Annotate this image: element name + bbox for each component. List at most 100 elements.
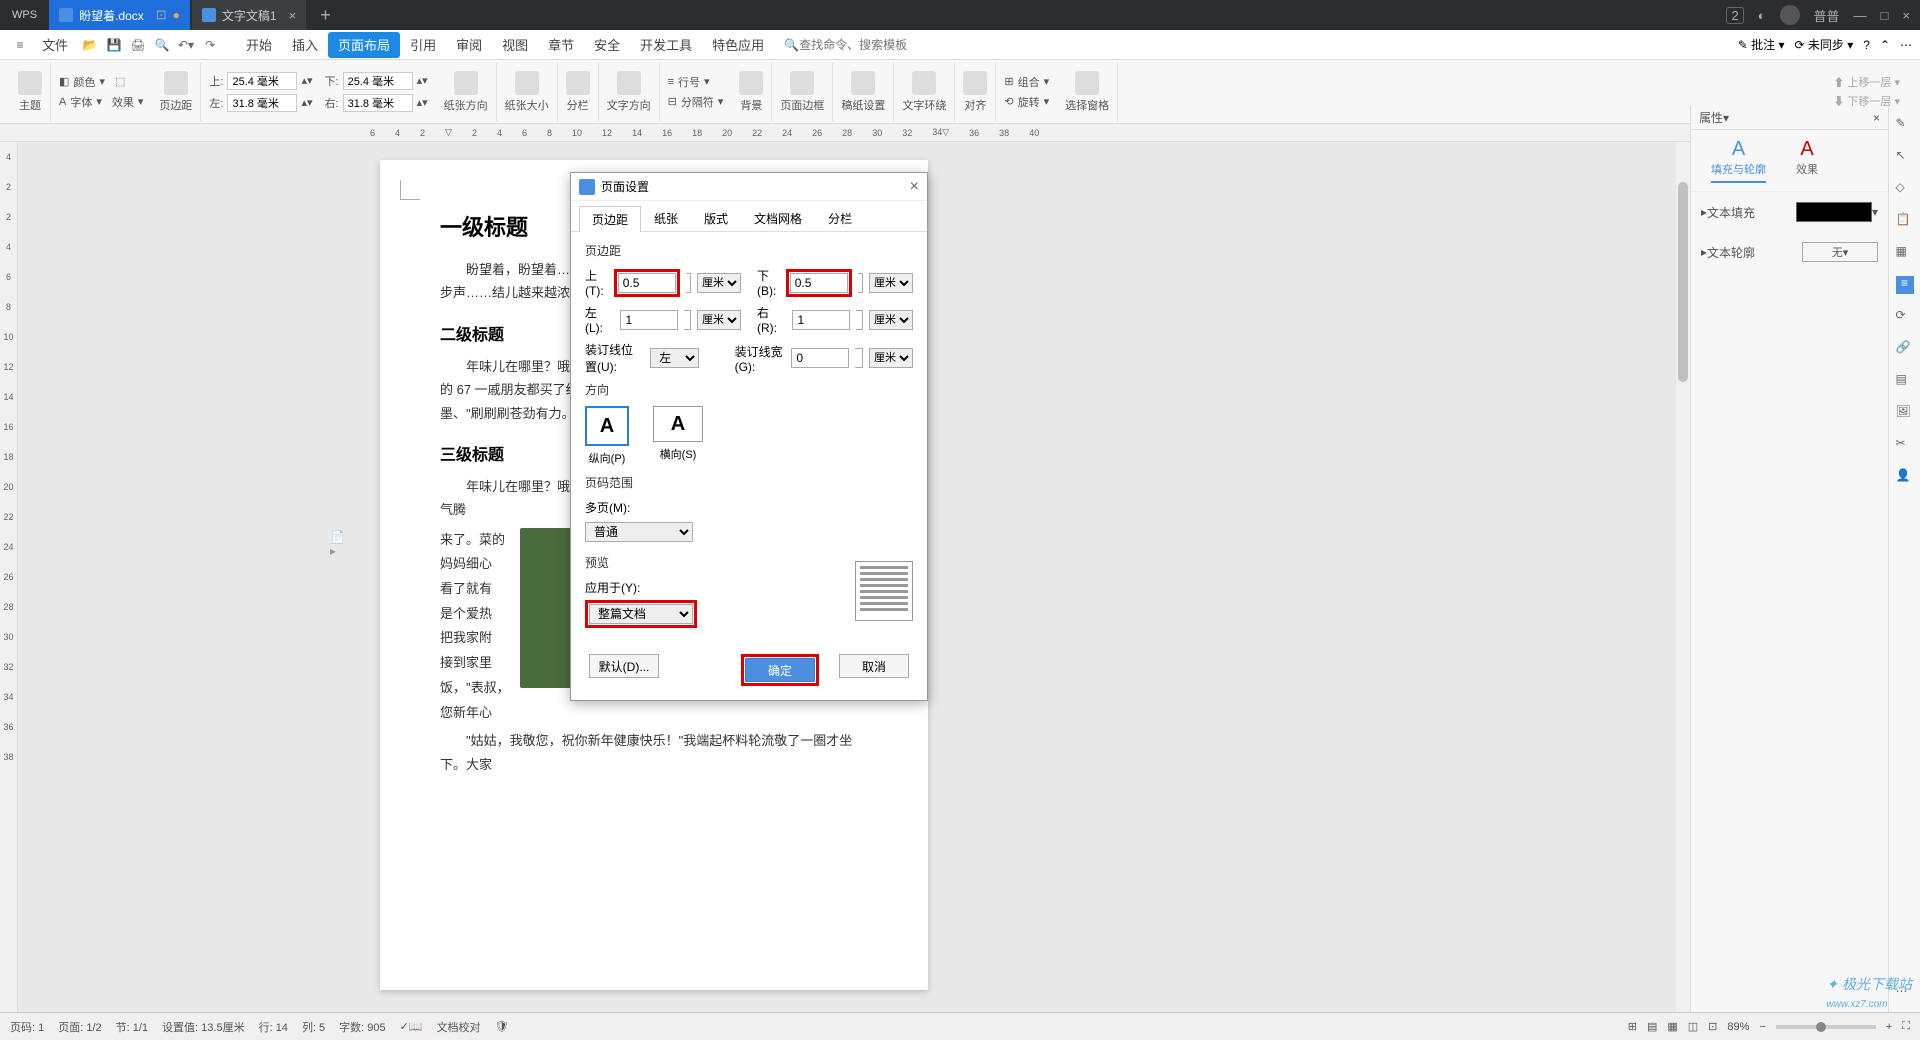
doc-tab-1[interactable]: 盼望着.docx ⊡ ● bbox=[49, 0, 190, 30]
undo-icon[interactable]: ↶▾ bbox=[177, 36, 195, 54]
ok-button[interactable]: 确定 bbox=[745, 658, 815, 682]
default-button[interactable]: 默认(D)... bbox=[589, 654, 659, 678]
link-icon[interactable]: 🔗 bbox=[1896, 340, 1914, 358]
zoom-out-icon[interactable]: − bbox=[1759, 1021, 1765, 1033]
page-label[interactable]: 页面: 1/2 bbox=[58, 1019, 101, 1035]
moveup-button[interactable]: ⬆ 上移一层 ▾ bbox=[1833, 74, 1900, 90]
rotate-icon[interactable]: ⟲ bbox=[1004, 95, 1013, 108]
cancel-button[interactable]: 取消 bbox=[839, 654, 909, 678]
menu-pagelayout[interactable]: 页面布局 bbox=[328, 32, 400, 58]
selpane-button[interactable]: 选择窗格 bbox=[1057, 63, 1118, 121]
margin-left-input[interactable] bbox=[227, 94, 297, 112]
view-icon[interactable]: ◫ bbox=[1688, 1020, 1698, 1033]
menu-section[interactable]: 章节 bbox=[538, 32, 584, 58]
portrait-option[interactable]: A纵向(P) bbox=[585, 406, 629, 466]
command-search[interactable] bbox=[799, 38, 939, 52]
menu-special[interactable]: 特色应用 bbox=[702, 32, 774, 58]
color-icon[interactable]: ◧ bbox=[59, 75, 69, 88]
font-icon[interactable]: A bbox=[59, 96, 66, 108]
proof-icon[interactable]: ✓📖 bbox=[400, 1020, 423, 1033]
text-outline-row[interactable]: ▸文本轮廓 无 ▾ bbox=[1691, 232, 1888, 272]
margin-right-field[interactable] bbox=[792, 310, 850, 330]
person-icon[interactable]: 👤 bbox=[1896, 468, 1914, 486]
applyto-select[interactable]: 整篇文档 bbox=[589, 604, 693, 624]
tab-columns[interactable]: 分栏 bbox=[815, 205, 865, 231]
section-label[interactable]: 节: 1/1 bbox=[116, 1019, 148, 1035]
redo-icon[interactable]: ↷ bbox=[201, 36, 219, 54]
close-icon[interactable]: ⊡ bbox=[156, 7, 167, 23]
print-icon[interactable]: 🖨 bbox=[129, 36, 147, 54]
pageno-label[interactable]: 页码: 1 bbox=[10, 1019, 44, 1035]
words-label[interactable]: 字数: 905 bbox=[339, 1019, 385, 1035]
text-left-of-image[interactable]: 来了。菜的妈妈细心看了就有是个爱热把我家附接到家里饭，"表叔，您新年心 bbox=[440, 528, 510, 726]
theme-icon[interactable]: ◐ bbox=[1758, 8, 1766, 23]
tab-paper[interactable]: 纸张 bbox=[641, 205, 691, 231]
margin-top-field[interactable] bbox=[618, 273, 676, 293]
textdir-button[interactable]: 文字方向 bbox=[599, 63, 660, 121]
close-window-icon[interactable]: × bbox=[1902, 8, 1910, 23]
fullscreen-icon[interactable]: ⛶ bbox=[1902, 1020, 1910, 1033]
collapse-icon[interactable]: ⌃ bbox=[1880, 38, 1890, 52]
preview-icon[interactable]: 🔍 bbox=[153, 36, 171, 54]
sync-button[interactable]: ⟳ 未同步 ▾ bbox=[1794, 36, 1853, 53]
margins-button[interactable]: 页边距 bbox=[151, 63, 201, 121]
menu-start[interactable]: 开始 bbox=[236, 32, 282, 58]
open-icon[interactable]: 📂 bbox=[81, 36, 99, 54]
spinner[interactable] bbox=[684, 310, 691, 330]
margin-top-input[interactable] bbox=[227, 72, 297, 90]
proof-label[interactable]: 文档校对 bbox=[437, 1019, 481, 1035]
lock-icon[interactable]: 🛡 bbox=[495, 1020, 509, 1033]
orientation-button[interactable]: 纸张方向 bbox=[436, 63, 497, 121]
annotate-button[interactable]: ✎ 批注 ▾ bbox=[1738, 36, 1785, 53]
grid-icon[interactable]: ▦ bbox=[1896, 244, 1914, 262]
zoom-in-icon[interactable]: + bbox=[1886, 1021, 1892, 1033]
linenum-icon[interactable]: ≡ bbox=[668, 76, 674, 88]
outline-select[interactable]: 无 ▾ bbox=[1802, 242, 1878, 262]
unit-select[interactable]: 厘米 bbox=[869, 273, 913, 293]
effect-button[interactable]: 效果 bbox=[112, 94, 134, 110]
shape-icon[interactable]: ◇ bbox=[1896, 180, 1914, 198]
more-icon[interactable]: ⋯ bbox=[1900, 38, 1912, 52]
view-icon[interactable]: ⊞ bbox=[1628, 1020, 1637, 1033]
menu-reference[interactable]: 引用 bbox=[400, 32, 446, 58]
vertical-ruler[interactable]: 422468101214161820222426283032343638 bbox=[0, 142, 18, 1012]
close-icon[interactable]: × bbox=[289, 8, 297, 23]
menu-insert[interactable]: 插入 bbox=[282, 32, 328, 58]
landscape-option[interactable]: A横向(S) bbox=[653, 406, 703, 466]
view-icon[interactable]: ▤ bbox=[1647, 1020, 1657, 1033]
user-name[interactable]: 普普 bbox=[1814, 6, 1840, 25]
unit-select[interactable]: 厘米 bbox=[697, 310, 741, 330]
text-fill-row[interactable]: ▸文本填充 ▾ bbox=[1691, 192, 1888, 232]
highlight-icon[interactable]: ≡ bbox=[1896, 276, 1914, 294]
tab-layout[interactable]: 版式 bbox=[691, 205, 741, 231]
cut-icon[interactable]: ✂ bbox=[1896, 436, 1914, 454]
menu-dev[interactable]: 开发工具 bbox=[630, 32, 702, 58]
theme-group[interactable]: 主题 bbox=[10, 63, 51, 121]
group-icon[interactable]: ⊞ bbox=[1004, 75, 1013, 88]
horizontal-ruler[interactable]: 642▽246810121416182022242628303234▽36384… bbox=[0, 124, 1920, 142]
unit-select[interactable]: 厘米 bbox=[869, 310, 913, 330]
columns-button[interactable]: 分栏 bbox=[558, 63, 599, 121]
gutter-width-field[interactable] bbox=[791, 348, 849, 368]
tab-effect[interactable]: A效果 bbox=[1796, 138, 1818, 183]
outline-icon[interactable]: 📄▸ bbox=[330, 530, 350, 550]
view-icon[interactable]: ▦ bbox=[1667, 1020, 1677, 1033]
spinner[interactable] bbox=[856, 310, 863, 330]
notification-badge[interactable]: 2 bbox=[1726, 7, 1743, 24]
breaks-icon[interactable]: ⊟ bbox=[668, 95, 677, 108]
tab-fill-outline[interactable]: A填充与轮廓 bbox=[1711, 138, 1766, 183]
cursor-icon[interactable]: ↖ bbox=[1896, 148, 1914, 166]
tab-margin[interactable]: 页边距 bbox=[579, 206, 641, 232]
menu-icon[interactable]: ≡ bbox=[11, 36, 29, 54]
multipage-select[interactable]: 普通 bbox=[585, 522, 693, 542]
unit-select[interactable]: 厘米 bbox=[697, 273, 741, 293]
minimize-icon[interactable]: — bbox=[1854, 8, 1867, 23]
background-button[interactable]: 背景 bbox=[731, 63, 772, 121]
clipboard-icon[interactable]: 📋 bbox=[1896, 212, 1914, 230]
margin-right-input[interactable] bbox=[343, 94, 413, 112]
menu-review[interactable]: 审阅 bbox=[446, 32, 492, 58]
save-icon[interactable]: 💾 bbox=[105, 36, 123, 54]
tab-grid[interactable]: 文档网格 bbox=[741, 205, 815, 231]
margin-left-field[interactable] bbox=[620, 310, 678, 330]
papersize-button[interactable]: 纸张大小 bbox=[497, 63, 558, 121]
